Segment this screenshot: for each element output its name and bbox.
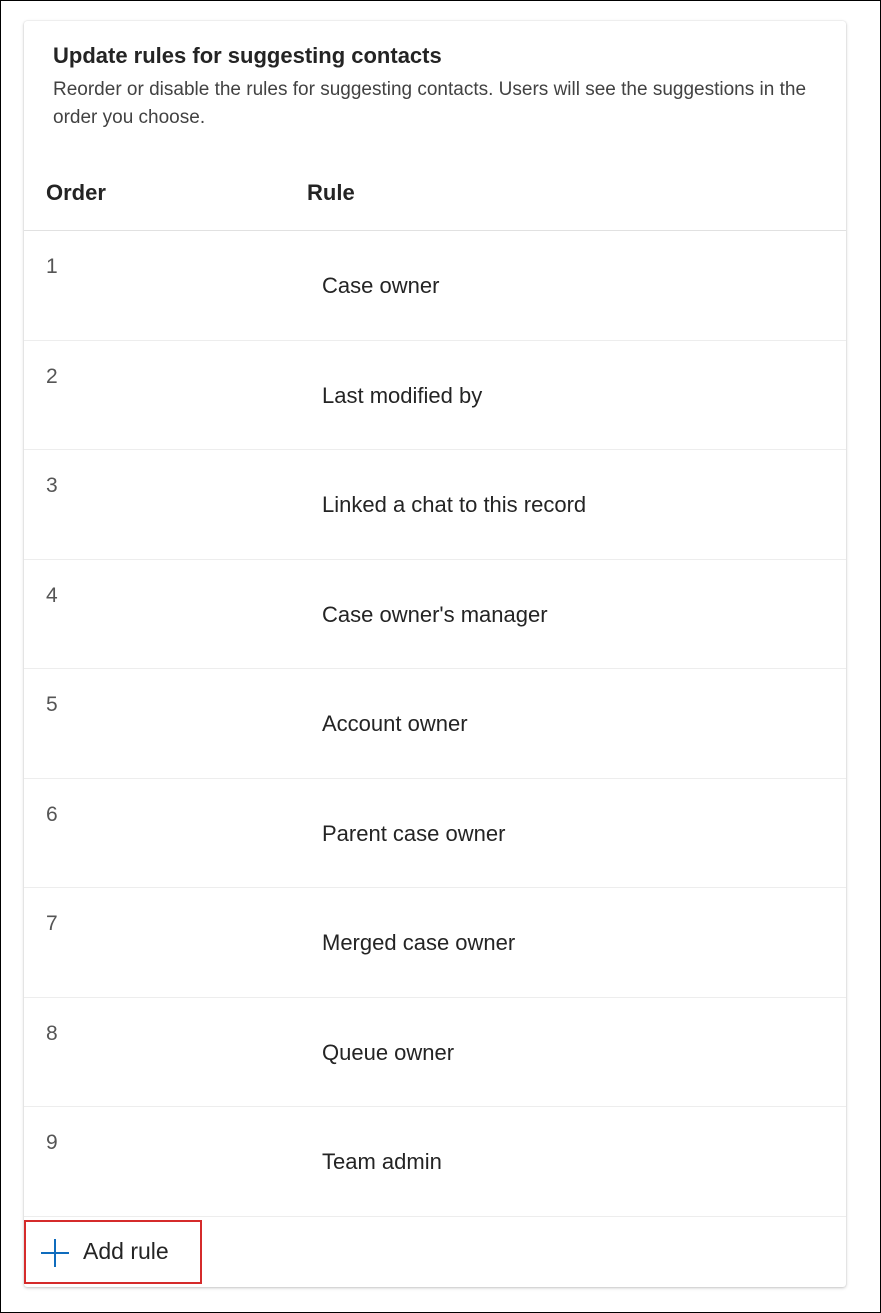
suggestion-rules-panel: Update rules for suggesting contacts Reo…: [24, 21, 846, 1287]
row-rule: Merged case owner: [322, 930, 516, 955]
row-rule: Parent case owner: [322, 820, 506, 846]
panel-title: Update rules for suggesting contacts: [53, 43, 442, 68]
table-row[interactable]: 6 Parent case owner: [24, 779, 846, 888]
table-row[interactable]: 9 Team admin: [24, 1107, 846, 1217]
row-order: 5: [46, 693, 58, 716]
table-row[interactable]: 8 Queue owner: [24, 998, 846, 1107]
add-rule-button[interactable]: Add rule: [24, 1220, 202, 1284]
row-rule: Queue owner: [322, 1039, 455, 1065]
screenshot-frame: Update rules for suggesting contacts Reo…: [0, 0, 881, 1313]
table-row[interactable]: 4 Case owner's manager: [24, 560, 846, 669]
row-rule: Last modified by: [322, 382, 483, 408]
plus-icon: [41, 1239, 69, 1267]
row-rule: Case owner: [322, 273, 440, 298]
row-order: 3: [46, 474, 58, 497]
table-row[interactable]: 7 Merged case owner: [24, 888, 846, 998]
rules-table-body: 1 Case owner 2 Last modified by 3 Linked…: [24, 231, 846, 1217]
row-order: 8: [46, 1021, 58, 1045]
row-order: 4: [46, 583, 58, 607]
row-order: 1: [46, 255, 58, 278]
panel-description: Reorder or disable the rules for suggest…: [53, 79, 807, 128]
row-order: 6: [46, 802, 58, 826]
row-rule: Case owner's manager: [322, 601, 548, 627]
row-rule: Team admin: [322, 1149, 442, 1174]
table-row[interactable]: 5 Account owner: [24, 669, 846, 779]
row-order: 7: [46, 912, 58, 935]
add-rule-label: Add rule: [83, 1238, 169, 1264]
rules-table-header: Order Rule: [24, 161, 846, 231]
table-row[interactable]: 2 Last modified by: [24, 341, 846, 450]
row-rule: Account owner: [322, 711, 468, 736]
row-rule: Linked a chat to this record: [322, 492, 587, 517]
table-row[interactable]: 3 Linked a chat to this record: [24, 450, 846, 560]
table-row[interactable]: 1 Case owner: [24, 231, 846, 341]
row-order: 9: [46, 1131, 58, 1154]
rule-column-header: Rule: [307, 180, 355, 205]
order-column-header: Order: [46, 180, 106, 205]
row-order: 2: [46, 364, 58, 388]
